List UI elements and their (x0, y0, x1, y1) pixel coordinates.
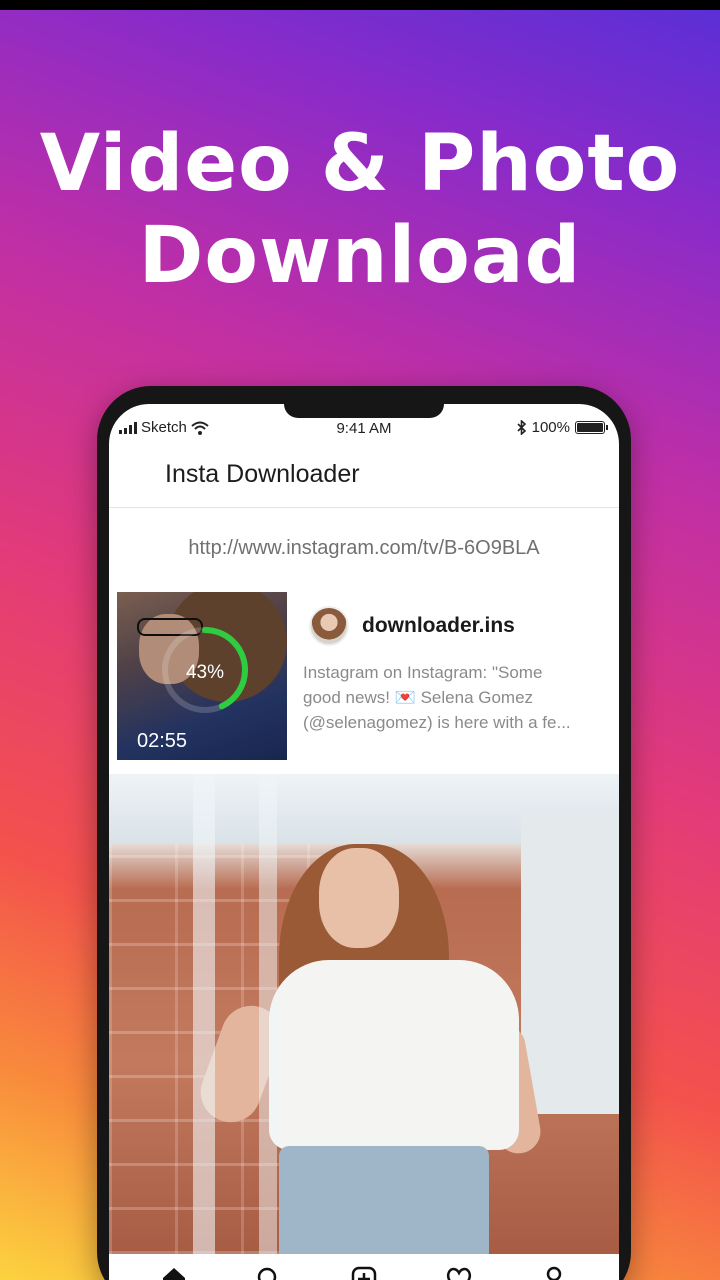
caption-line-1: Instagram on Instagram: "Some (303, 663, 543, 682)
video-thumbnail[interactable]: 43% 02:55 (117, 592, 287, 760)
post-caption: Instagram on Instagram: "Some good news!… (303, 660, 603, 735)
caption-line-3: (@selenagomez) is here with a fe... (303, 713, 571, 732)
tab-profile[interactable] (532, 1259, 576, 1280)
progress-label: 43% (185, 662, 225, 683)
heart-emoji-icon: 💌 (394, 688, 416, 707)
phone-screen: Sketch 9:41 AM 100% Insta Downloader htt… (109, 404, 619, 1280)
download-card[interactable]: 43% 02:55 downloader.ins Instagram on In… (117, 592, 611, 760)
app-bar: Insta Downloader (109, 442, 619, 508)
promo-background: Video & Photo Download Sketch 9:41 AM 10… (0, 10, 720, 1280)
home-icon (163, 1268, 186, 1280)
tab-home[interactable] (152, 1259, 196, 1280)
url-input[interactable] (131, 528, 597, 568)
phone-frame: Sketch 9:41 AM 100% Insta Downloader htt… (97, 386, 631, 1280)
profile-icon (546, 1266, 561, 1280)
tab-bar (109, 1254, 619, 1280)
app-title: Insta Downloader (165, 460, 360, 488)
battery-label: 100% (531, 419, 570, 436)
heart-icon (446, 1267, 471, 1280)
status-bar: Sketch 9:41 AM 100% (109, 414, 619, 440)
caption-line-2: good news! 💌 Selena Gomez (303, 685, 603, 710)
search-icon (257, 1267, 277, 1280)
avatar[interactable] (309, 606, 349, 646)
bluetooth-icon (517, 420, 526, 435)
tab-add-post[interactable] (342, 1259, 386, 1280)
video-duration: 02:55 (137, 730, 188, 752)
caption-line-2-end: Selena Gomez (420, 688, 534, 707)
battery-icon (575, 421, 608, 434)
tab-activity[interactable] (437, 1259, 481, 1280)
headline: Video & Photo Download (0, 118, 720, 302)
preview-photo[interactable] (109, 774, 619, 1254)
headline-line-2: Download (138, 211, 582, 301)
headline-line-1: Video & Photo (39, 119, 681, 209)
status-right: 100% (517, 419, 608, 436)
tab-search[interactable] (247, 1259, 291, 1280)
add-post-icon (351, 1266, 377, 1280)
username[interactable]: downloader.ins (362, 614, 515, 638)
caption-line-2-start: good news! (303, 688, 390, 707)
